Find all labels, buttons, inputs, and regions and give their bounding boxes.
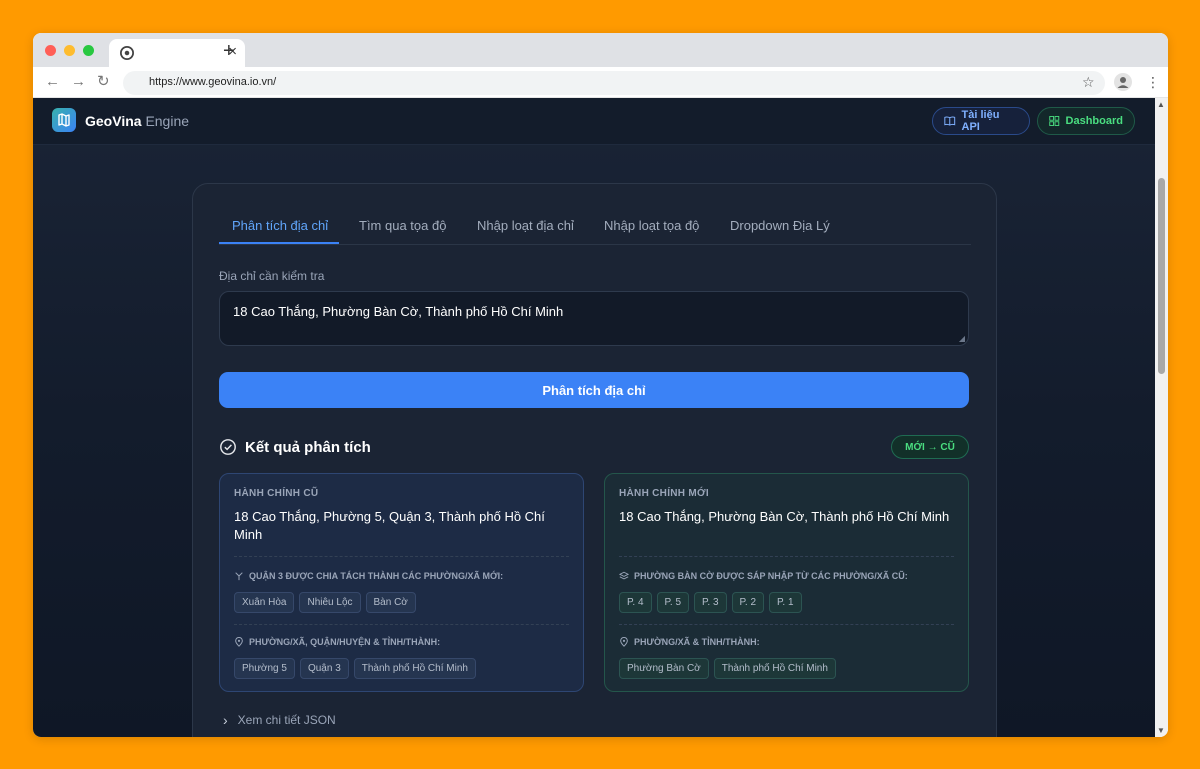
tab-address-analysis[interactable]: Phân tích địa chỉ: [232, 218, 328, 233]
chip[interactable]: Phường Bàn Cờ: [619, 658, 709, 679]
browser-window: × + ← → ↻ https://www.geovina.io.vn/ ☆ ⋮: [33, 33, 1168, 737]
chip[interactable]: Quận 3: [299, 658, 349, 679]
check-circle-icon: [220, 439, 236, 455]
new-admin-sub-heading-text: PHƯỜNG/XÃ & TỈNH/THÀNH:: [634, 637, 760, 647]
divider: [619, 556, 954, 557]
app-header: GeoVina Engine Tài liệu API Dashboard: [33, 98, 1155, 145]
chevron-right-icon: ›: [223, 712, 228, 728]
browser-tabstrip: × +: [33, 33, 1168, 67]
chip[interactable]: P. 3: [694, 592, 727, 613]
chip[interactable]: Nhiêu Lộc: [299, 592, 361, 613]
old-admin-sub-heading: PHƯỜNG/XÃ, QUẬN/HUYỆN & TỈNH/THÀNH:: [234, 637, 440, 647]
browser-toolbar: ← → ↻ https://www.geovina.io.vn/ ☆ ⋮: [33, 67, 1168, 98]
new-admin-panel: HÀNH CHÍNH MỚI 18 Cao Thắng, Phường Bàn …: [604, 473, 969, 692]
dashboard-label: Dashboard: [1065, 115, 1123, 127]
scrollbar-thumb[interactable]: [1158, 178, 1165, 374]
new-tab-icon[interactable]: +: [223, 41, 235, 61]
mode-tabs: Phân tích địa chỉ Tìm qua tọa độ Nhập lo…: [219, 184, 971, 245]
forward-icon[interactable]: →: [71, 73, 86, 91]
chip[interactable]: Xuân Hòa: [234, 592, 295, 613]
page-content: GeoVina Engine Tài liệu API Dashboard Ph…: [33, 98, 1155, 737]
address-bar[interactable]: https://www.geovina.io.vn/: [123, 71, 1105, 95]
maximize-window-button[interactable]: [83, 45, 94, 56]
window-controls: [45, 45, 94, 56]
chip[interactable]: P. 4: [619, 592, 652, 613]
old-split-heading-text: QUẬN 3 ĐƯỢC CHIA TÁCH THÀNH CÁC PHƯỜNG/X…: [249, 571, 504, 581]
new-merge-chips: P. 4 P. 5 P. 3 P. 2 P. 1: [619, 592, 802, 613]
reload-icon[interactable]: ↻: [97, 73, 110, 91]
brand-bold: GeoVina: [85, 113, 142, 129]
old-split-chips: Xuân Hòa Nhiêu Lộc Bàn Cờ: [234, 592, 416, 613]
chip[interactable]: P. 5: [656, 592, 689, 613]
api-docs-label: Tài liệu API: [961, 109, 1000, 133]
minimize-window-button[interactable]: [64, 45, 75, 56]
profile-avatar-icon[interactable]: [1114, 73, 1132, 91]
grid-icon: [1049, 116, 1060, 126]
analyze-address-button[interactable]: Phân tích địa chỉ: [219, 372, 969, 408]
divider: [234, 624, 569, 625]
divider: [619, 624, 954, 625]
api-docs-button[interactable]: Tài liệu API: [932, 107, 1030, 135]
old-address: 18 Cao Thắng, Phường 5, Quận 3, Thành ph…: [234, 509, 545, 542]
chip[interactable]: Thành phố Hồ Chí Minh: [353, 658, 476, 679]
tab-batch-coordinate[interactable]: Nhập loạt tọa độ: [604, 218, 699, 233]
result-title: Kết quả phân tích: [219, 438, 371, 456]
chip[interactable]: Thành phố Hồ Chí Minh: [713, 658, 836, 679]
old-admin-sub-heading-text: PHƯỜNG/XÃ, QUẬN/HUYỆN & TỈNH/THÀNH:: [249, 637, 441, 647]
main-card: Phân tích địa chỉ Tìm qua tọa độ Nhập lo…: [192, 183, 997, 737]
split-icon: [235, 572, 243, 581]
tab-geo-dropdown[interactable]: Dropdown Địa Lý: [730, 218, 830, 233]
old-admin-chips: Phường 5 Quận 3 Thành phố Hồ Chí Minh: [234, 658, 476, 679]
browser-menu-icon[interactable]: ⋮: [1146, 73, 1160, 91]
tab-coordinate-search[interactable]: Tìm qua tọa độ: [359, 218, 446, 233]
scroll-down-icon[interactable]: ▼: [1157, 726, 1165, 735]
direction-badge[interactable]: MỚI → CŨ: [891, 435, 969, 459]
json-toggle-label: Xem chi tiết JSON: [237, 713, 336, 727]
tab-batch-address[interactable]: Nhập loạt địa chỉ: [477, 218, 574, 233]
page-scrollbar[interactable]: ▲ ▼: [1155, 98, 1168, 737]
close-window-button[interactable]: [45, 45, 56, 56]
new-admin-sub-heading: PHƯỜNG/XÃ & TỈNH/THÀNH:: [619, 637, 760, 647]
new-merge-heading-text: PHƯỜNG BÀN CỜ ĐƯỢC SÁP NHẬP TỪ CÁC PHƯỜN…: [634, 571, 908, 581]
url-text: https://www.geovina.io.vn/: [149, 76, 277, 88]
layers-icon: [619, 571, 629, 580]
map-pin-icon: [620, 637, 628, 647]
new-address: 18 Cao Thắng, Phường Bàn Cờ, Thành phố H…: [619, 509, 950, 524]
chip[interactable]: P. 1: [769, 592, 802, 613]
chip[interactable]: P. 2: [731, 592, 764, 613]
old-admin-panel: HÀNH CHÍNH CŨ 18 Cao Thắng, Phường 5, Qu…: [219, 473, 584, 692]
active-tab-underline: [219, 242, 339, 244]
map-pin-icon: [235, 637, 243, 647]
resize-handle-icon[interactable]: ◢: [959, 334, 965, 343]
brand-light: Engine: [145, 113, 190, 129]
dashboard-button[interactable]: Dashboard: [1037, 107, 1135, 135]
new-admin-chips: Phường Bàn Cờ Thành phố Hồ Chí Minh: [619, 658, 836, 679]
old-admin-heading: HÀNH CHÍNH CŨ: [234, 488, 319, 499]
book-icon: [944, 116, 956, 126]
result-title-text: Kết quả phân tích: [245, 438, 371, 456]
chrome-icon: [120, 46, 134, 60]
brand-name[interactable]: GeoVina Engine: [85, 113, 189, 129]
bookmark-star-icon[interactable]: ☆: [1082, 73, 1095, 91]
address-textarea[interactable]: 18 Cao Thắng, Phường Bàn Cờ, Thành phố H…: [219, 291, 969, 346]
new-admin-heading: HÀNH CHÍNH MỚI: [619, 488, 709, 499]
chip[interactable]: Bàn Cờ: [365, 592, 416, 613]
old-split-heading: QUẬN 3 ĐƯỢC CHIA TÁCH THÀNH CÁC PHƯỜNG/X…: [234, 571, 503, 581]
divider: [234, 556, 569, 557]
new-merge-heading: PHƯỜNG BÀN CỜ ĐƯỢC SÁP NHẬP TỪ CÁC PHƯỜN…: [619, 571, 908, 581]
json-details-toggle[interactable]: › Xem chi tiết JSON: [223, 712, 336, 728]
address-label: Địa chỉ cần kiểm tra: [219, 269, 325, 283]
address-value: 18 Cao Thắng, Phường Bàn Cờ, Thành phố H…: [233, 304, 564, 319]
back-icon[interactable]: ←: [45, 73, 60, 91]
map-logo-icon: [52, 108, 76, 132]
scroll-up-icon[interactable]: ▲: [1157, 100, 1165, 109]
chip[interactable]: Phường 5: [234, 658, 295, 679]
